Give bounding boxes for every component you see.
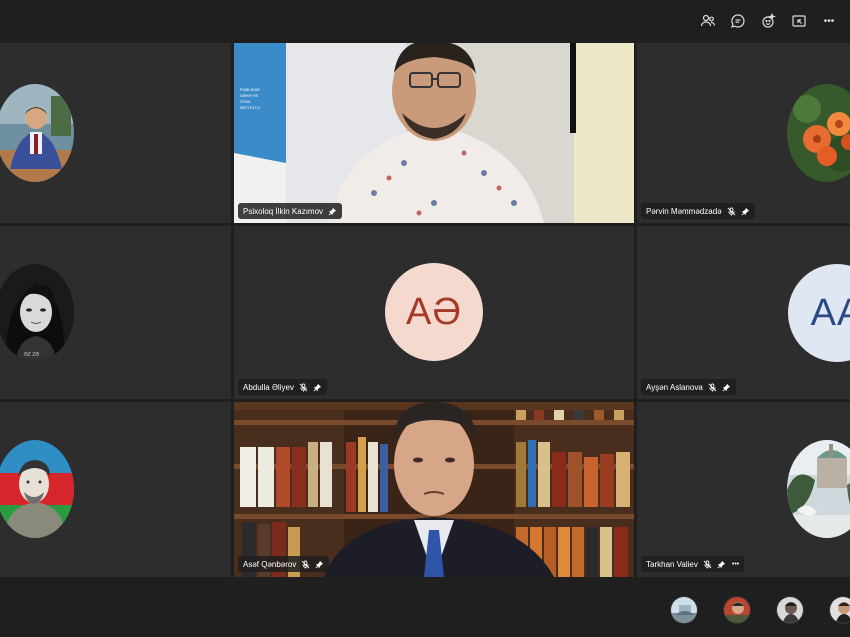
participant-tile[interactable] [0, 43, 231, 223]
participant-name: Asəf Qənbərov [243, 559, 297, 569]
participant-nametag: Psixoloq İlkin Kazımov [238, 203, 343, 219]
participant-name: Tarkhan Valiev [646, 559, 698, 569]
pin-icon [717, 560, 726, 569]
participant-nametag: Tarkhan Valiev ••• [641, 556, 745, 572]
initials-avatar: AƏ [385, 263, 483, 361]
participant-nametag: Asəf Qənbərov [238, 556, 330, 572]
participant-name: Pərvin Məmmədzadə [646, 206, 722, 216]
mic-off-icon [301, 559, 310, 569]
participant-photo-avatar: ƏZ ZƏ [0, 264, 74, 361]
participant-photo-avatar [787, 440, 850, 538]
svg-text:NSTITUTU: NSTITUTU [240, 105, 260, 110]
participant-tile[interactable]: Tarkhan Valiev ••• [637, 402, 850, 577]
mic-off-icon [708, 382, 717, 392]
pin-icon [741, 207, 750, 216]
participant-tile[interactable]: AA Ayşən Aslanova [637, 226, 850, 399]
participant-name: Abdulla Əliyev [243, 382, 294, 392]
chat-icon[interactable] [728, 11, 748, 31]
participant-tile[interactable]: Pərvin Məmmədzadə [637, 43, 850, 223]
svg-text:SƏHİYYƏ: SƏHİYYƏ [240, 93, 258, 98]
initials-avatar: AA [788, 264, 850, 362]
reactions-icon[interactable] [759, 11, 779, 31]
svg-text:STAN: STAN [240, 99, 250, 104]
avatar-initials: AA [810, 291, 850, 334]
participant-video-tile[interactable]: PUBLIKAR SƏHİYYƏ STAN NSTITUTU Psixoloq İlk… [234, 43, 634, 223]
svg-text:PUBLIKAR: PUBLIKAR [240, 87, 260, 92]
participant-name: Psixoloq İlkin Kazımov [243, 206, 324, 216]
participant-nametag: Abdulla Əliyev [238, 379, 327, 395]
participant-photo-avatar [0, 440, 74, 538]
more-options-icon[interactable]: ••• [732, 561, 739, 568]
mic-off-icon [299, 382, 308, 392]
more-icon[interactable]: ••• [819, 11, 839, 31]
participant-video [234, 402, 634, 577]
people-icon[interactable] [698, 11, 718, 31]
overflow-participant-avatar[interactable] [776, 596, 804, 624]
participant-name: Ayşən Aslanova [646, 382, 703, 392]
share-icon[interactable] [789, 11, 809, 31]
participant-nametag: Pərvin Məmmədzadə [641, 203, 755, 219]
overflow-participant-avatar[interactable] [829, 596, 850, 624]
participant-tile[interactable] [0, 402, 231, 577]
overflow-participant-avatar[interactable] [670, 596, 698, 624]
participant-video: PUBLIKARSƏHİYYƏSTANNSTITUTU [234, 43, 634, 223]
participant-photo-avatar [787, 84, 850, 182]
pin-icon [315, 560, 324, 569]
participant-tile[interactable]: ƏZ ZƏ [0, 226, 231, 399]
meeting-toolbar: ••• [0, 0, 850, 43]
mic-off-icon [703, 559, 712, 569]
pin-icon [328, 207, 337, 216]
avatar-initials: AƏ [406, 290, 462, 333]
participant-tile[interactable]: AƏ Abdulla Əliyev [234, 226, 634, 399]
participant-photo-avatar [0, 84, 74, 182]
photo-overlay-text: ƏZ ZƏ [24, 352, 39, 358]
overflow-participant-avatar[interactable] [723, 596, 751, 624]
mic-off-icon [727, 206, 736, 216]
participant-video-tile[interactable]: Asəf Qənbərov [234, 402, 634, 577]
pin-icon [722, 383, 731, 392]
participant-nametag: Ayşən Aslanova [641, 379, 736, 395]
pin-icon [313, 383, 322, 392]
